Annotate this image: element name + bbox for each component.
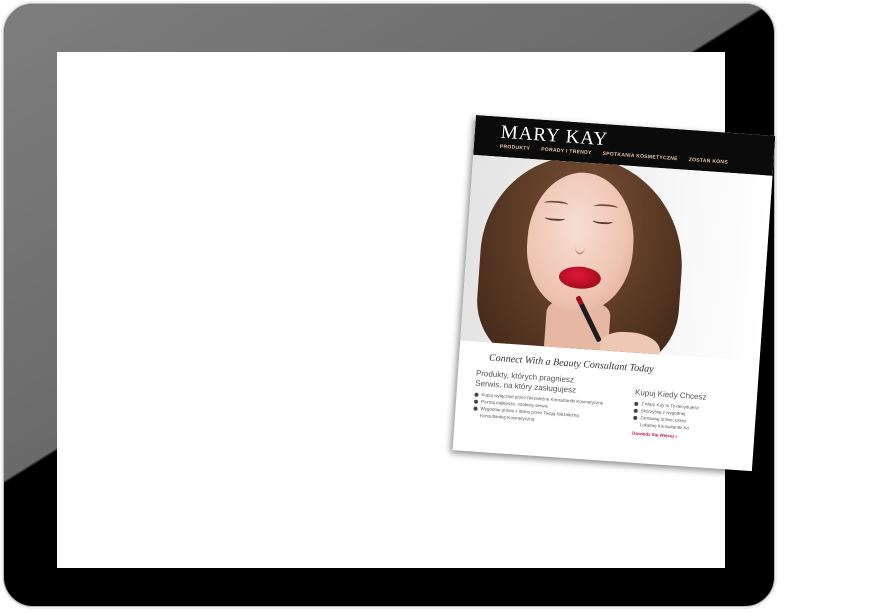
bullet-dot-icon — [473, 399, 479, 404]
bullet-dot-icon — [633, 415, 638, 420]
right-eye — [592, 217, 614, 225]
left-brow — [543, 199, 569, 208]
nav-item-meetings[interactable]: SPOTKANIA KOSMETYCZNE — [602, 151, 678, 162]
left-column: Produkty, których pragniesz Serwis, na k… — [472, 367, 626, 435]
bullet-dot-icon — [474, 392, 479, 397]
bullet-dot-icon — [633, 408, 638, 413]
nav-item-become[interactable]: ZOSTAŃ KONS — [688, 157, 728, 166]
right-column: Kupuj Kiedy Chcesz Z Mary Kay to Ty decy… — [632, 378, 746, 444]
bullet-dot-icon — [473, 406, 478, 411]
hero-image — [460, 154, 773, 362]
red-lips — [558, 265, 602, 291]
left-eye — [544, 214, 566, 222]
website-screenshot: MARY KAY PRODUKTY PORADY I TRENDY SPOTKA… — [452, 115, 776, 472]
right-brow — [593, 203, 619, 212]
bullet-dot-icon — [634, 401, 639, 407]
nav-item-products[interactable]: PRODUKTY — [500, 144, 531, 152]
model-nose — [574, 238, 586, 255]
